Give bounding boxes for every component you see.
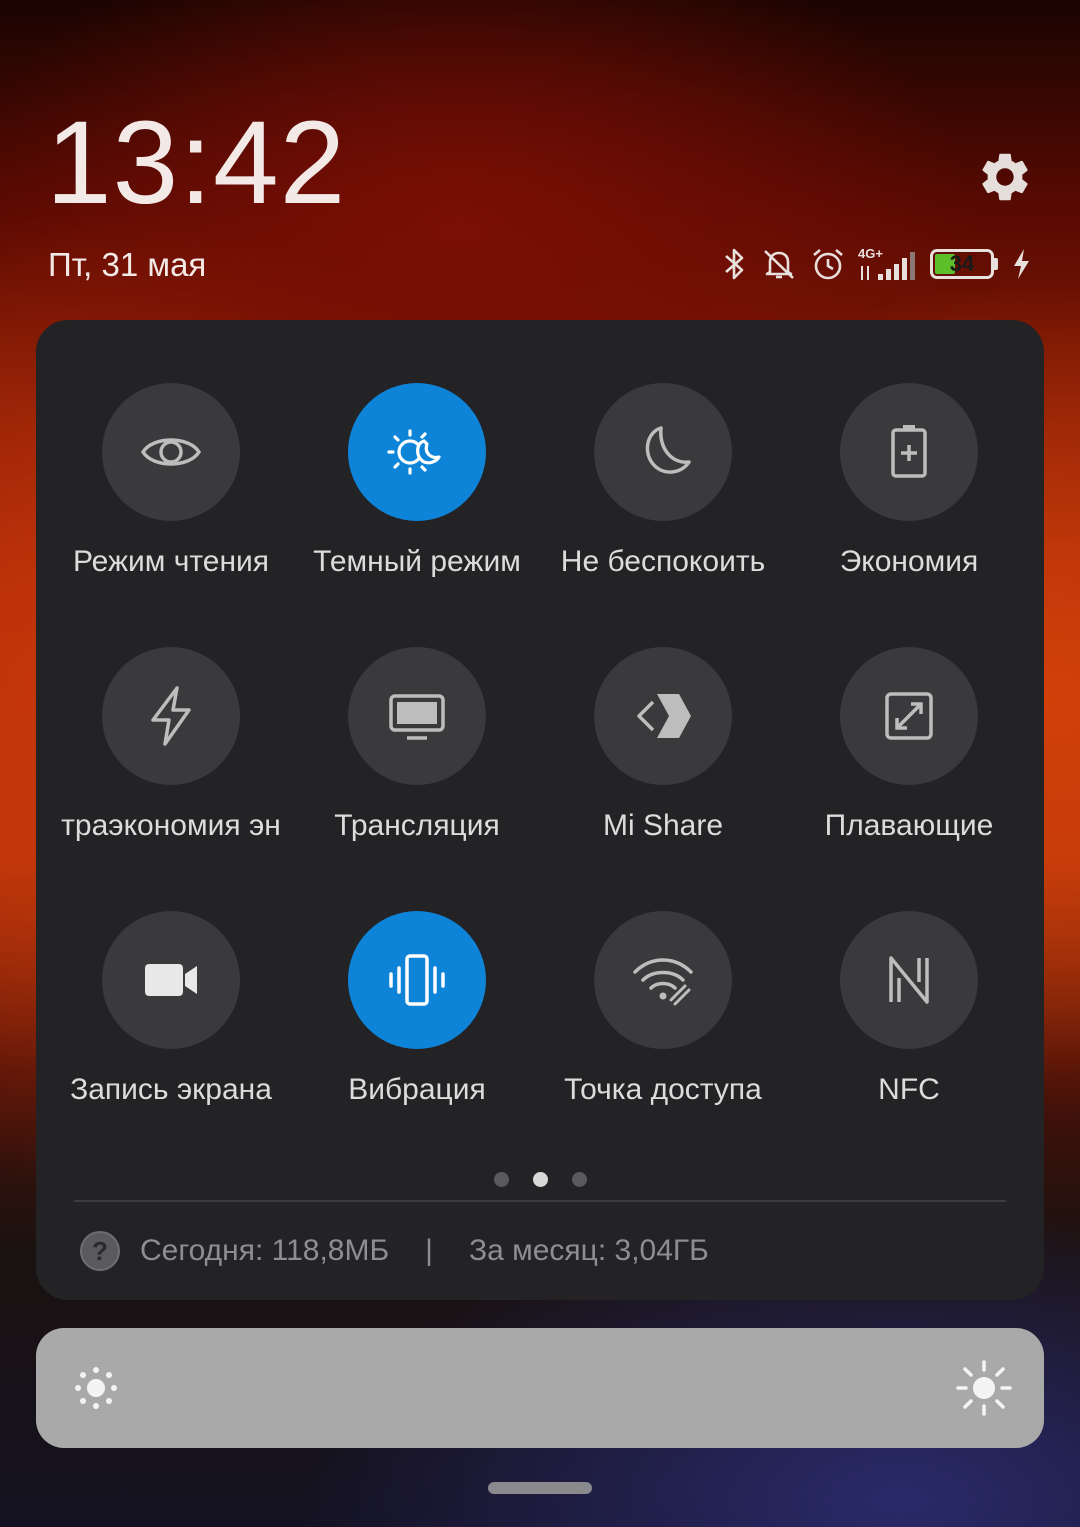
floating-windows-toggle[interactable] <box>840 647 978 785</box>
mi-share-toggle[interactable] <box>594 647 732 785</box>
tile-vibrate[interactable]: Вибрация <box>294 911 540 1107</box>
data-usage-separator: | <box>425 1234 433 1267</box>
tile-battery-saver[interactable]: Экономия <box>786 383 1032 579</box>
brightness-high-icon <box>956 1360 1012 1416</box>
tile-ultra-battery-saver[interactable]: траэкономия эн <box>48 647 294 843</box>
page-indicator <box>36 1172 1044 1187</box>
battery-saver-toggle[interactable] <box>840 383 978 521</box>
reading-mode-toggle[interactable] <box>102 383 240 521</box>
tile-label: Режим чтения <box>72 545 270 578</box>
tile-label: Вибрация <box>348 1073 486 1106</box>
tile-do-not-disturb[interactable]: Не беспокоить <box>540 383 786 579</box>
lightning-icon <box>151 686 191 746</box>
battery-level: 34 <box>949 251 975 276</box>
tile-label: Трансляция <box>334 809 500 842</box>
tile-label: Mi Share <box>602 809 724 842</box>
tile-hotspot[interactable]: Точка доступа <box>540 911 786 1107</box>
brightness-slider[interactable] <box>36 1328 1044 1448</box>
vibrate-icon <box>389 954 445 1006</box>
divider <box>74 1200 1006 1202</box>
tile-label: Плавающие <box>824 809 994 842</box>
date[interactable]: Пт, 31 мая <box>48 246 206 284</box>
status-bar-icons: 4G+ 34 <box>722 244 1032 284</box>
mi-share-icon <box>637 694 691 738</box>
tile-label: Не беспокоить <box>560 545 766 578</box>
tile-label: Темный режим <box>313 545 521 578</box>
monitor-icon <box>389 694 445 740</box>
data-usage[interactable]: ? Сегодня: 118,8МБ | За месяц: 3,04ГБ <box>80 1230 709 1272</box>
battery-saver-icon <box>891 425 927 478</box>
battery-indicator: 34 <box>930 249 998 279</box>
data-usage-today: Сегодня: 118,8МБ <box>140 1234 390 1267</box>
settings-button[interactable] <box>976 148 1034 206</box>
tile-label: Экономия <box>839 545 979 578</box>
page-dot[interactable] <box>571 1172 587 1187</box>
signal-4g-icon: 4G+ <box>858 246 918 282</box>
brightness-low-icon <box>75 1367 117 1409</box>
video-camera-icon <box>145 964 197 996</box>
home-indicator[interactable] <box>488 1482 592 1494</box>
tile-label: Запись экрана <box>70 1073 272 1106</box>
tile-screen-record[interactable]: Запись экрана <box>48 911 294 1107</box>
tile-mi-share[interactable]: Mi Share <box>540 647 786 843</box>
nfc-icon <box>889 956 929 1004</box>
tile-dark-mode[interactable]: Темный режим <box>294 383 540 579</box>
dark-mode-toggle[interactable] <box>348 383 486 521</box>
screen-record-toggle[interactable] <box>102 911 240 1049</box>
ultra-battery-saver-toggle[interactable] <box>102 647 240 785</box>
clock[interactable]: 13:42 <box>46 104 346 222</box>
quick-settings-panel: Режим чтения Темный режим Не беспокоить <box>36 320 1044 1300</box>
cast-toggle[interactable] <box>348 647 486 785</box>
tile-nfc[interactable]: NFC <box>786 911 1032 1107</box>
tile-label: Точка доступа <box>564 1073 762 1106</box>
ringer-off-icon <box>764 250 794 279</box>
dark-mode-icon <box>387 429 441 475</box>
data-usage-month: За месяц: 3,04ГБ <box>468 1234 709 1267</box>
hotspot-toggle[interactable] <box>594 911 732 1049</box>
page-dot[interactable] <box>493 1172 509 1187</box>
bluetooth-icon <box>725 248 744 280</box>
alarm-icon <box>813 249 843 280</box>
battery-icon: 34 <box>930 249 994 279</box>
do-not-disturb-toggle[interactable] <box>594 383 732 521</box>
tile-floating-windows[interactable]: Плавающие <box>786 647 1032 843</box>
page-dot-active[interactable] <box>532 1172 548 1187</box>
hotspot-icon <box>633 958 693 1006</box>
tile-cast[interactable]: Трансляция <box>294 647 540 843</box>
tile-label: NFC <box>878 1073 940 1106</box>
gear-icon <box>982 153 1028 201</box>
tile-reading-mode[interactable]: Режим чтения <box>48 383 294 579</box>
eye-icon <box>140 438 202 466</box>
moon-icon <box>645 426 691 474</box>
question-icon: ? <box>80 1231 120 1271</box>
tile-label: траэкономия эн <box>61 809 281 842</box>
nfc-toggle[interactable] <box>840 911 978 1049</box>
charging-icon <box>1014 249 1029 279</box>
vibrate-toggle[interactable] <box>348 911 486 1049</box>
floating-window-icon <box>885 692 933 740</box>
